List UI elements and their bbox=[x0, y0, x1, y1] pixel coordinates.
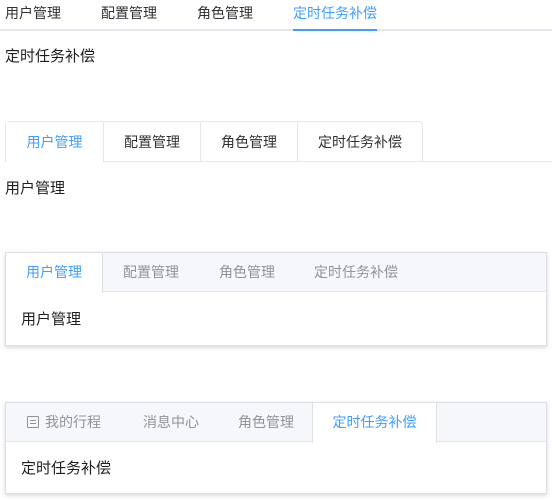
active-tab-indicator bbox=[293, 29, 377, 31]
plain-tabs: 用户管理 配置管理 角色管理 定时任务补偿 bbox=[0, 0, 552, 31]
tab-role-management[interactable]: 角色管理 bbox=[200, 122, 297, 162]
tab-scheduled-task-compensation[interactable]: 定时任务补偿 bbox=[293, 4, 377, 22]
border-card-tabs-with-icon: 我的行程 消息中心 角色管理 定时任务补偿 定时任务补偿 bbox=[5, 402, 547, 494]
tab-user-management[interactable]: 用户管理 bbox=[5, 4, 61, 22]
tab-config-management[interactable]: 配置管理 bbox=[101, 4, 157, 22]
tab-panel-content: 用户管理 bbox=[21, 311, 82, 328]
tab-role-management[interactable]: 角色管理 bbox=[197, 4, 253, 22]
tab-role-management[interactable]: 角色管理 bbox=[199, 253, 295, 292]
tabs-header: 我的行程 消息中心 角色管理 定时任务补偿 bbox=[6, 403, 546, 443]
tabs-header: 用户管理 配置管理 角色管理 定时任务补偿 bbox=[6, 253, 546, 293]
tab-user-management[interactable]: 用户管理 bbox=[6, 253, 103, 293]
tab-panel-content: 用户管理 bbox=[5, 180, 66, 197]
tab-config-management[interactable]: 配置管理 bbox=[103, 122, 200, 162]
border-card-tabs: 用户管理 配置管理 角色管理 定时任务补偿 用户管理 bbox=[5, 252, 547, 346]
tab-panel-content: 定时任务补偿 bbox=[21, 460, 112, 477]
tab-role-management[interactable]: 角色管理 bbox=[220, 403, 312, 442]
tab-label: 我的行程 bbox=[45, 414, 101, 430]
card-tabs-nav: 用户管理 配置管理 角色管理 定时任务补偿 bbox=[5, 121, 423, 163]
tab-scheduled-task-compensation[interactable]: 定时任务补偿 bbox=[312, 403, 437, 443]
tabs-baseline bbox=[0, 29, 552, 31]
card-tabs: 用户管理 配置管理 角色管理 定时任务补偿 bbox=[5, 121, 552, 163]
tab-my-itinerary[interactable]: 我的行程 bbox=[6, 403, 122, 442]
tab-message-center[interactable]: 消息中心 bbox=[122, 403, 220, 442]
tab-scheduled-task-compensation[interactable]: 定时任务补偿 bbox=[297, 122, 422, 162]
tab-config-management[interactable]: 配置管理 bbox=[103, 253, 199, 292]
calendar-icon bbox=[27, 416, 39, 428]
tab-panel-content: 定时任务补偿 bbox=[5, 48, 96, 65]
tab-user-management[interactable]: 用户管理 bbox=[6, 122, 103, 163]
tab-scheduled-task-compensation[interactable]: 定时任务补偿 bbox=[295, 253, 417, 292]
